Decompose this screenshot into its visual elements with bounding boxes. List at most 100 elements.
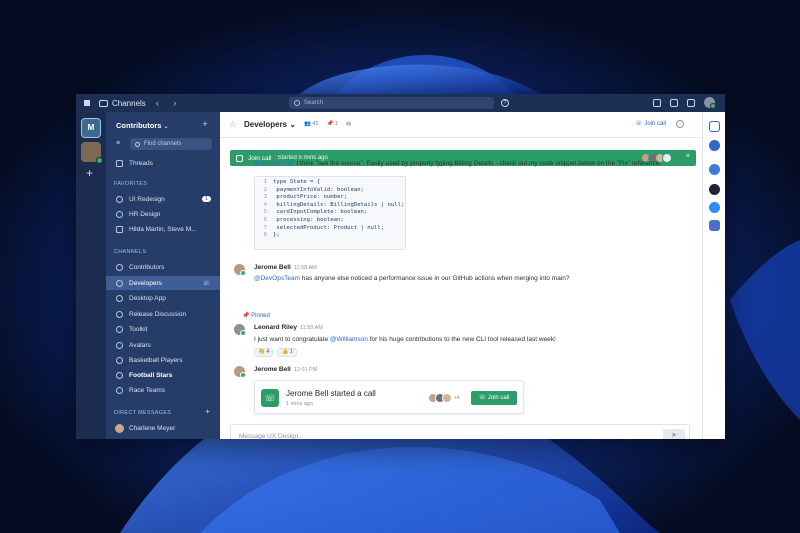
filter-icon[interactable]: ≡ bbox=[116, 140, 126, 150]
message-time: 12:01 PM bbox=[293, 367, 318, 373]
message-author[interactable]: Jerome Bell 11:58 AM bbox=[254, 264, 317, 271]
apps-grid-icon[interactable] bbox=[84, 100, 90, 106]
globe-icon bbox=[116, 356, 123, 364]
phone-icon: ☏ bbox=[261, 389, 279, 407]
globe-icon bbox=[116, 386, 123, 394]
mention-link[interactable]: @DevOpsTeam bbox=[254, 275, 300, 282]
sidebar-item-release-discussion[interactable]: Release Discussion bbox=[106, 307, 220, 321]
globe-icon bbox=[116, 263, 123, 271]
join-call-button[interactable]: ☏ Join call bbox=[471, 391, 517, 405]
titlebar-actions bbox=[653, 97, 716, 109]
code-line: 5 cardInputComplete: boolean; bbox=[263, 209, 368, 216]
nav-back-forward[interactable]: ‹ › bbox=[156, 98, 183, 108]
message-composer: ➤ bbox=[230, 424, 690, 439]
message-author[interactable]: Jerome Bell 12:01 PM bbox=[254, 366, 317, 373]
globe-app-icon[interactable] bbox=[709, 164, 720, 175]
globe-icon bbox=[116, 325, 123, 333]
pinned-count[interactable]: 📌 1 bbox=[327, 121, 338, 127]
phone-icon bbox=[236, 154, 243, 162]
sidebar-item-contributors[interactable]: Contributors bbox=[106, 260, 220, 274]
favorites-header[interactable]: FAVORITES bbox=[114, 181, 147, 187]
sidebar-item-hr-design[interactable]: HR Design bbox=[106, 207, 220, 221]
zoom-icon[interactable] bbox=[709, 202, 720, 213]
new-message-icon[interactable]: + bbox=[200, 119, 210, 129]
avatar[interactable] bbox=[234, 264, 246, 276]
message-input[interactable] bbox=[239, 430, 659, 439]
message-author[interactable]: Leonard Riley 11:59 AM bbox=[254, 324, 323, 331]
sidebar-item-threads[interactable]: Threads bbox=[106, 156, 220, 170]
group-icon bbox=[116, 225, 123, 233]
reactions: 👏 4 👍 1 bbox=[254, 348, 297, 357]
user-avatar[interactable] bbox=[704, 97, 716, 109]
avatar bbox=[442, 393, 452, 403]
sidebar-item-label: Developers bbox=[129, 279, 162, 287]
sidebar-item-developers[interactable]: Developers ☏ bbox=[106, 276, 220, 290]
settings-gear-icon[interactable] bbox=[687, 98, 695, 107]
global-search[interactable]: Search bbox=[289, 97, 494, 109]
send-button[interactable]: ➤ bbox=[663, 429, 685, 439]
title-bar: Channels ‹ › Search ? bbox=[76, 94, 725, 112]
workspace-rail: M + bbox=[76, 112, 106, 439]
workspace-contributors[interactable]: M bbox=[81, 118, 101, 138]
downloads-icon[interactable] bbox=[670, 98, 678, 107]
reaction-thumbs-up[interactable]: 👍 1 bbox=[277, 348, 297, 357]
message-body: @DevOpsTeam has anyone else noticed a pe… bbox=[254, 274, 684, 283]
sidebar-item-football-stars[interactable]: Football Stars bbox=[106, 368, 220, 382]
channels-header[interactable]: CHANNELS bbox=[114, 249, 146, 255]
status-icon[interactable] bbox=[653, 98, 661, 107]
code-line: 1 type State = { bbox=[263, 179, 321, 185]
globe-icon bbox=[116, 371, 123, 379]
search-icon bbox=[294, 100, 300, 106]
find-placeholder: Find channels bbox=[144, 141, 182, 147]
mention-link[interactable]: @Anders Holt bbox=[254, 160, 295, 167]
sidebar-item-ui-redesign[interactable]: UI Redesign 1 bbox=[106, 192, 220, 206]
calendar-app-icon[interactable] bbox=[709, 121, 720, 132]
star-icon[interactable]: ☆ bbox=[229, 120, 236, 129]
add-dm-icon[interactable]: + bbox=[205, 407, 210, 416]
sidebar-item-avatars[interactable]: Avatars bbox=[106, 338, 220, 352]
join-call-text: Join call bbox=[487, 395, 510, 401]
workspace-other[interactable] bbox=[81, 142, 103, 164]
globe-icon bbox=[116, 294, 123, 302]
sidebar-item-group-dm[interactable]: Hilda Martin, Steve M... bbox=[106, 222, 220, 236]
integration-app-icon[interactable] bbox=[709, 140, 720, 151]
workspace-menu[interactable]: Contributors ⌄ bbox=[116, 121, 169, 130]
pinned-label[interactable]: 📌 Pinned bbox=[242, 312, 270, 319]
sidebar-item-label: Football Stars bbox=[129, 371, 173, 379]
channel-info-icon[interactable]: i bbox=[676, 120, 684, 128]
members-count[interactable]: 👥 45 bbox=[304, 121, 319, 127]
sidebar-item-dm[interactable]: Charlene Meyer bbox=[106, 421, 220, 435]
avatar bbox=[115, 423, 124, 433]
sidebar-item-basketball-players[interactable]: Basketball Players bbox=[106, 353, 220, 367]
sidebar-item-desktop-app[interactable]: Desktop App bbox=[106, 291, 220, 305]
pinned-text: Pinned bbox=[251, 313, 270, 319]
channel-meta: 👥 45 📌 1 ▤ bbox=[304, 121, 351, 127]
reaction-clap[interactable]: 👏 4 bbox=[254, 348, 274, 357]
code-line: 2 paymentInfoValid: boolean; bbox=[263, 186, 364, 193]
docs-app-icon[interactable] bbox=[709, 220, 720, 231]
sidebar-item-race-teams[interactable]: Race Teams bbox=[106, 383, 220, 397]
help-icon[interactable]: ? bbox=[501, 99, 509, 107]
add-workspace-icon[interactable]: + bbox=[86, 166, 93, 180]
sidebar-item-toolkit[interactable]: Toolkit bbox=[106, 322, 220, 336]
find-channels-input[interactable]: Find channels bbox=[130, 138, 212, 150]
files-icon[interactable]: ▤ bbox=[346, 121, 351, 127]
sidebar-item-label: Hilda Martin, Steve M... bbox=[129, 225, 197, 233]
channel-name[interactable]: Developers ⌄ bbox=[244, 120, 296, 129]
github-icon[interactable] bbox=[709, 184, 720, 195]
avatar[interactable] bbox=[234, 366, 246, 378]
direct-messages-header[interactable]: DIRECT MESSAGES bbox=[114, 410, 171, 416]
sidebar-item-label: Avatars bbox=[129, 341, 151, 349]
avatar[interactable] bbox=[234, 324, 246, 336]
globe-icon bbox=[116, 279, 123, 287]
mention-link[interactable]: @Williamson bbox=[330, 336, 368, 343]
message-body: I just want to congratulate @Williamson … bbox=[254, 335, 684, 344]
message-text: I just want to congratulate bbox=[254, 336, 330, 343]
apps-rail bbox=[702, 112, 725, 439]
sidebar-item-label: HR Design bbox=[129, 210, 161, 218]
message-time: 11:58 AM bbox=[293, 265, 317, 271]
join-call-header-button[interactable]: ☏ Join call bbox=[635, 120, 666, 127]
message-text: for his huge contributions to the new CL… bbox=[367, 336, 556, 343]
message-text: I think "see the source". Easily used by… bbox=[294, 160, 662, 167]
close-icon[interactable]: × bbox=[686, 153, 690, 160]
